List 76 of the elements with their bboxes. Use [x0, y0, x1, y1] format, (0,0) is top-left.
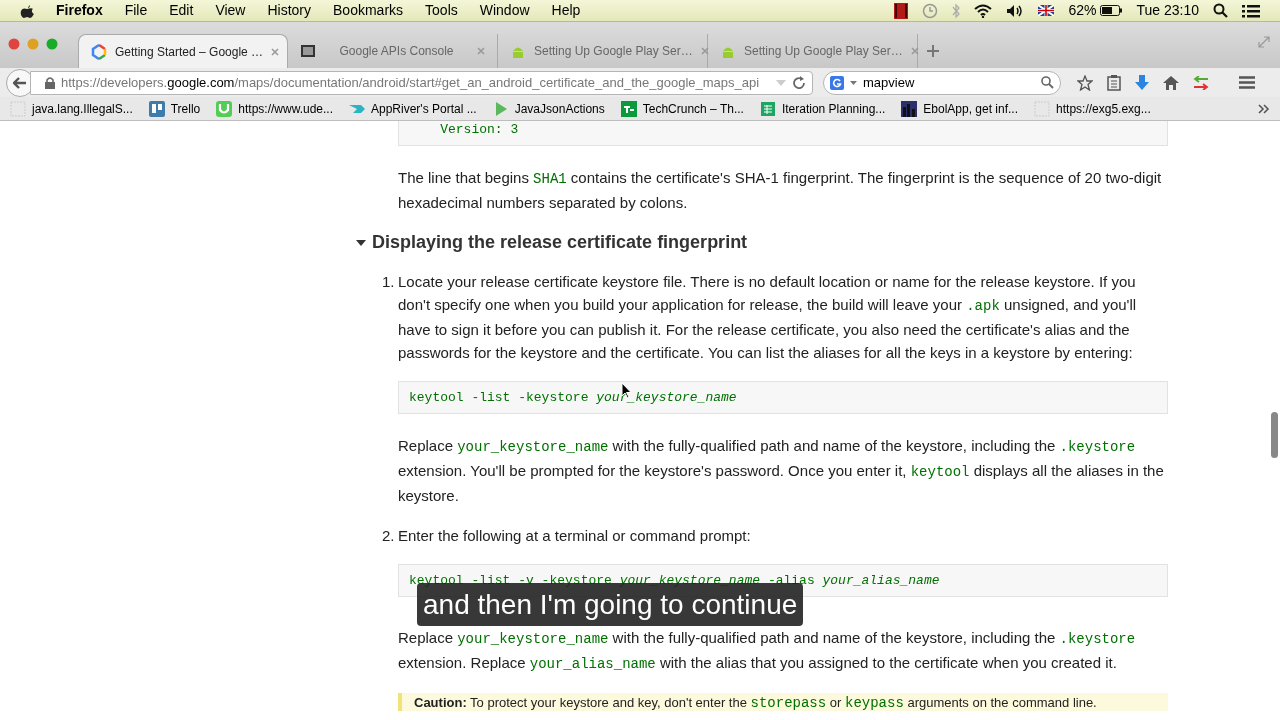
clock-text: Tue 23:10 [1136, 1, 1199, 20]
menu-icon [1239, 76, 1255, 89]
fullscreen-icon [1258, 36, 1270, 48]
board-icon [148, 100, 165, 117]
menu-item[interactable]: History [267, 0, 312, 21]
bookmark-link[interactable]: Trello [148, 99, 201, 118]
close-icon [477, 47, 485, 55]
menu-item[interactable]: Bookmarks [333, 0, 404, 21]
dropdown-icon [850, 80, 857, 85]
logo-icon [91, 43, 107, 60]
close-icon [700, 47, 709, 55]
bookmark-link[interactable]: EbolApp, get inf... [901, 99, 1019, 118]
bluetooth-icon [952, 2, 961, 19]
close-icon [910, 47, 919, 55]
paragraph: Replace your_keystore_name with the fully-qualified path and name of the keystore, including the .keystore extension. You'll be prompted for the keystore's password. Once you enter it, keytool displays all the aliases in the keystore. [398, 436, 1165, 506]
battery-percent: 62% [1068, 1, 1097, 20]
paragraph: Replace your_keystore_name with the fully-qualified path and name of the keystore, including the .keystore extension. Replace your_alias_name with the alias that you assigned to the certificate when you created it. [398, 628, 1137, 674]
battery-icon [1100, 5, 1123, 16]
paragraph: The line that begins SHA1 contains the certificate's SHA-1 fingerprint. The fingerprint is the sequence of 20 two-digit hexadecimal numbers separated by colons. [398, 168, 1163, 213]
skyline-icon [901, 100, 918, 117]
scrollbar-thumb[interactable] [1271, 412, 1278, 458]
bookmark-link[interactable]: Iteration Planning... [759, 99, 886, 118]
window-control-icon [46, 38, 58, 50]
caution-note: Caution: To protect your keystore and key, don't enter the storepass or keypass arguments on the command line. [398, 693, 1168, 711]
bookmark-link[interactable]: https://www.ude... [216, 99, 333, 118]
sync-arrows-icon [1193, 75, 1209, 90]
film-icon [894, 2, 909, 19]
menu-item[interactable]: File [124, 0, 148, 21]
menu-item[interactable]: Help [551, 0, 581, 21]
google-g-icon [830, 75, 844, 90]
expanded-triangle-icon[interactable] [356, 237, 366, 248]
back-arrow-icon [13, 76, 27, 89]
volume-icon [1006, 3, 1025, 18]
bookmark-link[interactable]: AppRiver's Portal ... [349, 99, 477, 118]
section-heading: Displaying the release certificate fingerprint [372, 231, 748, 254]
window-control-icon [27, 38, 39, 50]
plus-icon [927, 45, 939, 57]
list-icon [1242, 3, 1260, 18]
terminal-icon [300, 43, 316, 59]
paragraph: Locate your release certificate keystore file. There is no default location or name for the release keystore. If you don't specify one when you build your application for release, the build will leave your .apk unsigned, and you'll have to sign it before you can publish it. For the release certificate, you also need the certificate's alias and the passwords for the keystore and the certificate. You can list the aliases for all the keys in a keystore by entering: [398, 272, 1138, 363]
tc-logo-icon [620, 100, 637, 117]
code-block: Version: 3 [398, 121, 1168, 146]
video-subtitle: and then I'm going to continue [417, 583, 804, 626]
clock-icon [922, 2, 939, 19]
address-bar[interactable]: https://developers.google.com/maps/documentation/android/start#get_an_android_certificate_and_the_google_maps_api [30, 70, 813, 95]
list-number: 1. [382, 272, 395, 292]
bookmark-link[interactable]: https://exg5.exg... [1034, 99, 1151, 118]
spreadsheet-icon [759, 100, 776, 117]
code-block: keytool -list -keystore your_keystore_name [398, 381, 1168, 414]
clipboard-icon [1107, 74, 1121, 91]
bookmark-link[interactable]: TechCrunch – Th... [620, 99, 744, 118]
lock-icon [45, 76, 55, 89]
download-icon [1135, 74, 1149, 91]
dropdown-icon [776, 79, 786, 86]
menu-item[interactable]: Edit [169, 0, 194, 21]
browser-tab[interactable]: Getting Started – Google … [78, 34, 288, 68]
bookmark-link[interactable]: JavaJsonActions [492, 99, 605, 118]
app-menu[interactable]: Firefox [56, 0, 103, 21]
search-icon [1041, 76, 1054, 89]
paragraph: Enter the following at a terminal or command prompt: [398, 526, 752, 546]
home-icon [1163, 75, 1179, 90]
close-icon [271, 47, 280, 56]
bookmark-link[interactable]: java.lang.IllegalS... [10, 99, 133, 118]
window-control-icon [8, 38, 20, 50]
list-number: 2. [382, 526, 395, 546]
chevron-icon [1258, 103, 1270, 114]
star-icon [1077, 74, 1093, 91]
menu-item[interactable]: Window [479, 0, 530, 21]
search-field[interactable]: mapview [823, 70, 1061, 95]
menu-item[interactable]: Tools [425, 0, 458, 21]
menu-item[interactable]: View [215, 0, 246, 21]
search-icon [1213, 3, 1228, 18]
reload-icon [792, 75, 806, 90]
letter-u-icon [216, 100, 233, 117]
flag-icon [1038, 5, 1055, 16]
wifi-icon [974, 3, 993, 18]
